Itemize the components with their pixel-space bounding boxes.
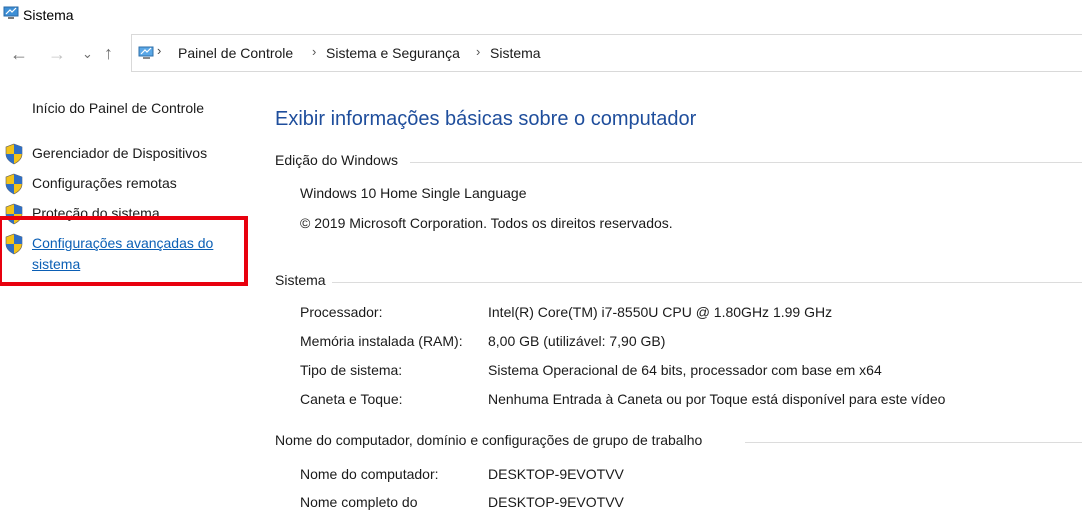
section-title-computer-name: Nome do computador, domínio e configuraç…: [275, 432, 709, 448]
breadcrumb-separator-icon[interactable]: ›: [157, 43, 161, 58]
address-bar[interactable]: › Painel de Controle › Sistema e Seguran…: [131, 34, 1082, 72]
shield-icon: [5, 173, 23, 195]
computer-row-label: Nome do computador:: [300, 466, 439, 482]
back-button[interactable]: ←: [10, 44, 28, 64]
system-row-value: Sistema Operacional de 64 bits, processa…: [488, 362, 882, 378]
computer-row-label: Nome completo do: [300, 494, 418, 510]
window-title: Sistema: [23, 7, 74, 23]
title-bar: Sistema: [0, 0, 1082, 32]
breadcrumb-separator-icon[interactable]: ›: [312, 44, 316, 59]
breadcrumb-system-security[interactable]: Sistema e Segurança: [326, 45, 460, 61]
breadcrumb-control-panel[interactable]: Painel de Controle: [178, 45, 293, 61]
system-row-label: Processador:: [300, 304, 383, 320]
system-row-value: Nenhuma Entrada à Caneta ou por Toque es…: [488, 391, 946, 407]
control-panel-icon: [138, 46, 154, 59]
computer-row-value: DESKTOP-9EVOTVV: [488, 466, 624, 482]
system-row-label: Tipo de sistema:: [300, 362, 403, 378]
system-row-value: 8,00 GB (utilizável: 7,90 GB): [488, 333, 666, 349]
system-row-value: Intel(R) Core(TM) i7-8550U CPU @ 1.80GHz…: [488, 304, 833, 320]
shield-icon: [5, 143, 23, 165]
system-row-label: Memória instalada (RAM):: [300, 333, 463, 349]
windows-edition-value: Windows 10 Home Single Language: [300, 185, 527, 201]
breadcrumb-separator-icon[interactable]: ›: [476, 44, 480, 59]
sidebar-item-label[interactable]: Gerenciador de Dispositivos: [32, 143, 207, 164]
system-computer-icon: [3, 6, 19, 19]
sidebar-home-link[interactable]: Início do Painel de Controle: [32, 100, 204, 116]
section-title-system: Sistema: [275, 272, 332, 288]
recent-locations-chevron-icon[interactable]: ⌄: [82, 44, 93, 64]
system-row-label: Caneta e Toque:: [300, 391, 403, 407]
highlight-annotation-box: [0, 216, 248, 286]
sidebar-item-remote-settings[interactable]: Configurações remotas: [4, 173, 244, 195]
computer-row-value: DESKTOP-9EVOTVV: [488, 494, 624, 510]
section-divider: [745, 442, 1082, 443]
up-button[interactable]: ↑: [104, 43, 113, 63]
copyright-text: © 2019 Microsoft Corporation. Todos os d…: [300, 215, 673, 231]
sidebar-item-device-manager[interactable]: Gerenciador de Dispositivos: [4, 143, 244, 165]
breadcrumb-system[interactable]: Sistema: [490, 45, 541, 61]
forward-button[interactable]: →: [48, 44, 66, 64]
page-title: Exibir informações básicas sobre o compu…: [275, 108, 697, 130]
section-divider: [330, 282, 1082, 283]
sidebar-item-label[interactable]: Configurações remotas: [32, 173, 177, 194]
section-title-windows-edition: Edição do Windows: [275, 152, 404, 168]
section-divider: [410, 162, 1082, 163]
